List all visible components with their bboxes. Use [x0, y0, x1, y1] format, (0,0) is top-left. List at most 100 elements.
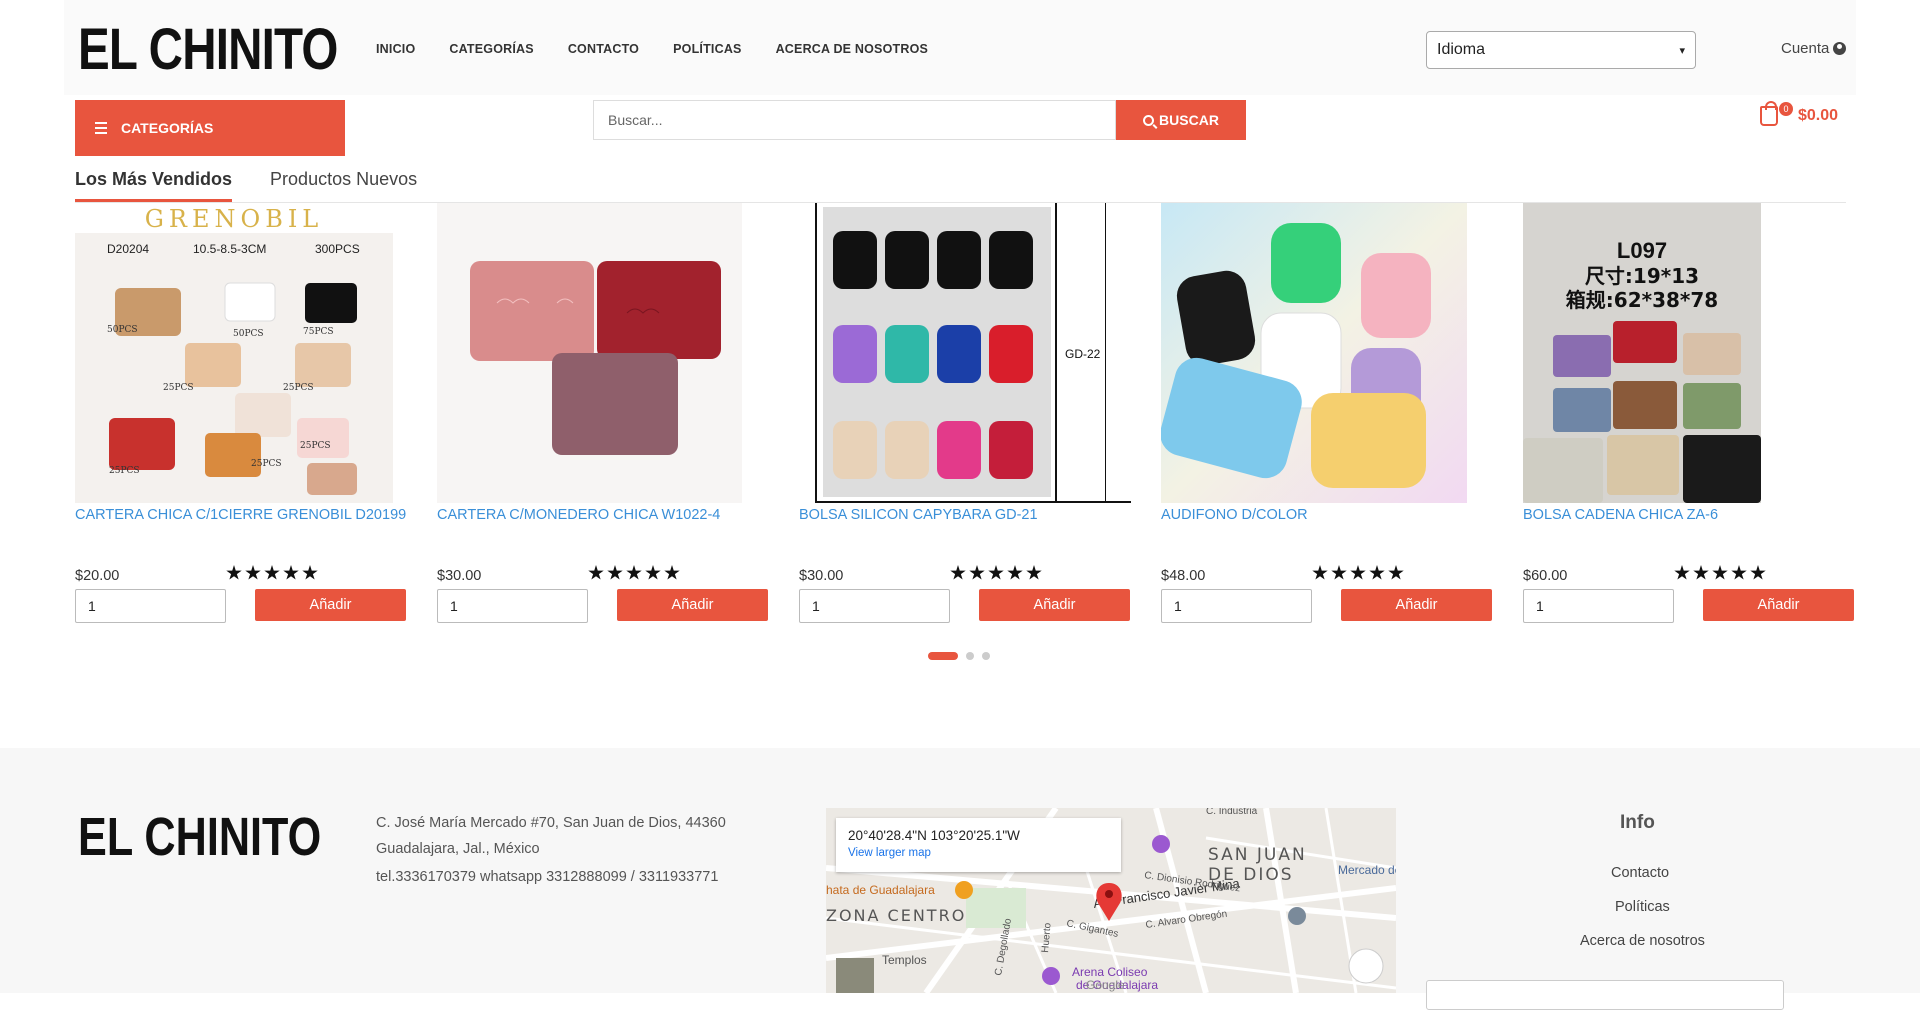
- star-icon: [588, 565, 604, 580]
- star-icon: [1312, 565, 1328, 580]
- svg-text:Mercado de: Mercado de: [1338, 863, 1396, 877]
- svg-text:300PCS: 300PCS: [315, 242, 360, 256]
- svg-text:50PCS: 50PCS: [107, 325, 138, 335]
- product-image[interactable]: GRENOBIL D20204 10.5-8.5-3CM 300PCS 50PC…: [75, 203, 393, 503]
- star-icon: [302, 565, 318, 580]
- quantity-input[interactable]: 1: [1523, 589, 1674, 623]
- quantity-input[interactable]: 1: [437, 589, 588, 623]
- carousel-dot[interactable]: [966, 652, 974, 660]
- account-link[interactable]: Cuenta: [1781, 40, 1847, 57]
- svg-text:SAN JUAN: SAN JUAN: [1208, 845, 1307, 865]
- product-price: $60.00: [1523, 568, 1568, 584]
- search-button[interactable]: BUSCAR: [1116, 100, 1246, 140]
- product-image[interactable]: [437, 203, 742, 503]
- nav-categorias[interactable]: CATEGORÍAS: [449, 42, 533, 56]
- star-icon: [1369, 565, 1385, 580]
- star-icon: [245, 565, 261, 580]
- star-icon: [950, 565, 966, 580]
- svg-text:25PCS: 25PCS: [163, 383, 194, 393]
- footer-logo: EL CHINITO: [78, 807, 322, 867]
- product-price: $30.00: [799, 568, 844, 584]
- categories-button-label: CATEGORÍAS: [121, 120, 214, 136]
- search-input[interactable]: Buscar...: [593, 100, 1116, 140]
- product-tabs: Los Más Vendidos Productos Nuevos: [75, 165, 1846, 203]
- footer-phone: tel.3336170379 whatsapp 3312888099 / 331…: [376, 869, 719, 885]
- carousel-dot[interactable]: [928, 652, 958, 660]
- footer-link-acerca[interactable]: Acerca de nosotros: [1580, 933, 1705, 949]
- site-logo[interactable]: EL CHINITO: [78, 18, 338, 82]
- tab-new-products[interactable]: Productos Nuevos: [270, 165, 417, 202]
- main-nav: INICIO CATEGORÍAS CONTACTO POLÍTICAS ACE…: [376, 42, 962, 56]
- view-larger-map-link[interactable]: View larger map: [848, 847, 1109, 859]
- footer-info-title: Info: [1620, 812, 1655, 833]
- svg-text:hata de Guadalajara: hata de Guadalajara: [826, 883, 935, 897]
- menu-icon: [95, 122, 107, 134]
- categories-button[interactable]: CATEGORÍAS: [75, 100, 345, 156]
- add-to-cart-button[interactable]: Añadir: [617, 589, 768, 621]
- star-icon: [1331, 565, 1347, 580]
- add-to-cart-button[interactable]: Añadir: [255, 589, 406, 621]
- nav-acerca[interactable]: ACERCA DE NOSOTROS: [776, 42, 928, 56]
- address-line-1: C. José María Mercado #70, San Juan de D…: [376, 815, 726, 831]
- star-icon: [1026, 565, 1042, 580]
- footer-address: C. José María Mercado #70, San Juan de D…: [376, 810, 726, 862]
- quantity-input[interactable]: 1: [799, 589, 950, 623]
- product-title-link[interactable]: CARTERA C/MONEDERO CHICA W1022-4: [437, 507, 720, 523]
- language-select[interactable]: Idioma ▾: [1426, 31, 1696, 69]
- star-icon: [1712, 565, 1728, 580]
- add-to-cart-button[interactable]: Añadir: [1703, 589, 1854, 621]
- product-title-link[interactable]: BOLSA CADENA CHICA ZA-6: [1523, 507, 1718, 523]
- svg-text:25PCS: 25PCS: [300, 441, 331, 451]
- product-image[interactable]: GD-22: [815, 203, 1131, 503]
- product-title-link[interactable]: CARTERA CHICA C/1CIERRE GRENOBIL D20199: [75, 507, 406, 523]
- map-coordinates: 20°40'28.4"N 103°20'25.1"W: [848, 828, 1020, 843]
- nav-inicio[interactable]: INICIO: [376, 42, 415, 56]
- svg-text:25PCS: 25PCS: [251, 459, 282, 469]
- location-map[interactable]: SAN JUAN DE DIOS ZONA CENTRO Mercado de …: [826, 808, 1396, 993]
- star-icon: [969, 565, 985, 580]
- svg-text:75PCS: 75PCS: [303, 327, 334, 337]
- cart-button[interactable]: 0 $0.00: [1760, 101, 1838, 126]
- svg-text:C. Industria: C. Industria: [1206, 808, 1258, 817]
- cart-count-badge: 0: [1779, 102, 1793, 116]
- map-info-card: 20°40'28.4"N 103°20'25.1"W View larger m…: [836, 818, 1121, 872]
- language-select-value: Idioma: [1437, 41, 1486, 58]
- search-button-label: BUSCAR: [1159, 112, 1219, 128]
- product-title-link[interactable]: AUDIFONO D/COLOR: [1161, 507, 1308, 523]
- star-icon: [226, 565, 242, 580]
- quantity-input[interactable]: 1: [1161, 589, 1312, 623]
- quantity-input[interactable]: 1: [75, 589, 226, 623]
- footer-link-politicas[interactable]: Políticas: [1615, 899, 1670, 915]
- product-rating: [1674, 565, 1766, 581]
- footer-input[interactable]: [1426, 980, 1784, 1010]
- svg-text:尺寸:19*13: 尺寸:19*13: [1585, 264, 1699, 288]
- star-icon: [664, 565, 680, 580]
- star-icon: [1750, 565, 1766, 580]
- account-label: Cuenta: [1781, 40, 1830, 57]
- product-title-link[interactable]: BOLSA SILICON CAPYBARA GD-21: [799, 507, 1038, 523]
- svg-text:ZONA CENTRO: ZONA CENTRO: [826, 906, 966, 925]
- carousel-dot[interactable]: [982, 652, 990, 660]
- add-to-cart-button[interactable]: Añadir: [1341, 589, 1492, 621]
- add-to-cart-button[interactable]: Añadir: [979, 589, 1130, 621]
- star-icon: [607, 565, 623, 580]
- tab-best-sellers[interactable]: Los Más Vendidos: [75, 165, 233, 202]
- star-icon: [1388, 565, 1404, 580]
- star-icon: [1007, 565, 1023, 580]
- chevron-down-icon: ▾: [1679, 44, 1685, 57]
- svg-text:Google: Google: [1086, 978, 1125, 992]
- svg-text:D20204: D20204: [107, 242, 149, 256]
- star-icon: [645, 565, 661, 580]
- footer-link-contacto[interactable]: Contacto: [1611, 865, 1669, 881]
- nav-contacto[interactable]: CONTACTO: [568, 42, 639, 56]
- product-image[interactable]: L097 尺寸:19*13 箱规:62*38*78: [1523, 203, 1761, 503]
- star-icon: [1350, 565, 1366, 580]
- search-icon: [1143, 114, 1155, 126]
- nav-politicas[interactable]: POLÍTICAS: [673, 42, 741, 56]
- svg-text:GD-22: GD-22: [1065, 347, 1101, 361]
- carousel-pagination: [928, 652, 990, 660]
- svg-text:L097: L097: [1617, 238, 1667, 263]
- svg-text:Templos: Templos: [882, 953, 927, 967]
- svg-text:Arena Coliseo: Arena Coliseo: [1072, 965, 1148, 979]
- product-image[interactable]: [1161, 203, 1467, 503]
